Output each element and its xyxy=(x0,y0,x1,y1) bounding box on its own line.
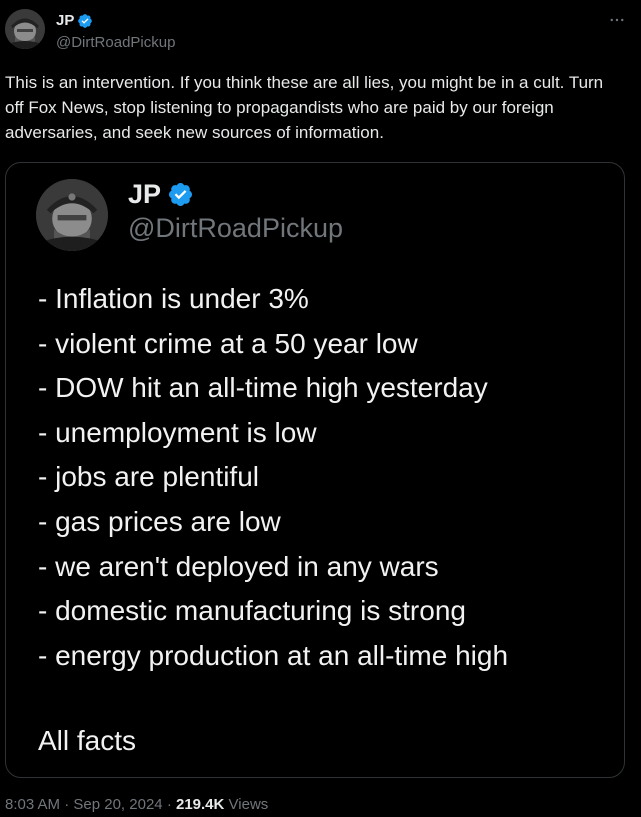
author-name-row: JP xyxy=(56,11,175,31)
avatar-photo xyxy=(36,179,108,251)
author-handle[interactable]: @DirtRoadPickup xyxy=(56,33,175,53)
attached-image[interactable]: JP @DirtRoadPickup - Inflation is under … xyxy=(5,162,625,778)
meta-separator: · xyxy=(166,796,172,813)
list-item: - Inflation is under 3% xyxy=(38,283,309,314)
views-label: Views xyxy=(228,796,269,813)
tweet-date[interactable]: Sep 20, 2024 xyxy=(73,796,162,813)
image-author-name-row: JP xyxy=(128,177,194,211)
tweet-time[interactable]: 8:03 AM xyxy=(5,796,60,813)
list-item: - unemployment is low xyxy=(38,416,317,448)
list-item: - gas prices are low xyxy=(38,505,281,537)
list-item: - we aren't deployed in any wars xyxy=(38,550,439,582)
verified-badge-icon xyxy=(169,182,193,206)
image-author-name: JP xyxy=(128,178,162,209)
tweet: JP @DirtRoadPickup This is an interventi… xyxy=(0,0,641,817)
tweet-text: This is an intervention. If you think th… xyxy=(5,73,604,142)
facts-list: - Inflation is under 3% - violent crime … xyxy=(38,277,508,678)
verified-badge-icon[interactable] xyxy=(77,13,93,29)
list-item: - domestic manufacturing is strong xyxy=(38,595,466,627)
image-author-handle: @DirtRoadPickup xyxy=(128,213,343,243)
list-item: - energy production at an all-time high xyxy=(38,639,509,671)
author-block: JP @DirtRoadPickup xyxy=(56,11,175,53)
image-author-avatar xyxy=(36,179,108,251)
image-footer-text: All facts xyxy=(38,725,137,756)
list-item: - jobs are plentiful xyxy=(38,461,260,493)
tweet-meta: 8:03 AM · Sep 20, 2024 · 219.4K Views xyxy=(5,795,268,815)
author-avatar[interactable] xyxy=(5,9,45,49)
ellipsis-icon xyxy=(610,18,624,22)
avatar-photo xyxy=(5,9,45,49)
views-count[interactable]: 219.4K xyxy=(176,796,224,813)
author-name[interactable]: JP xyxy=(56,11,74,31)
list-item: - violent crime at a 50 year low xyxy=(38,327,418,359)
more-options-button[interactable] xyxy=(605,10,629,30)
meta-separator: · xyxy=(64,796,70,813)
list-item: - DOW hit an all-time high yesterday xyxy=(38,372,488,404)
